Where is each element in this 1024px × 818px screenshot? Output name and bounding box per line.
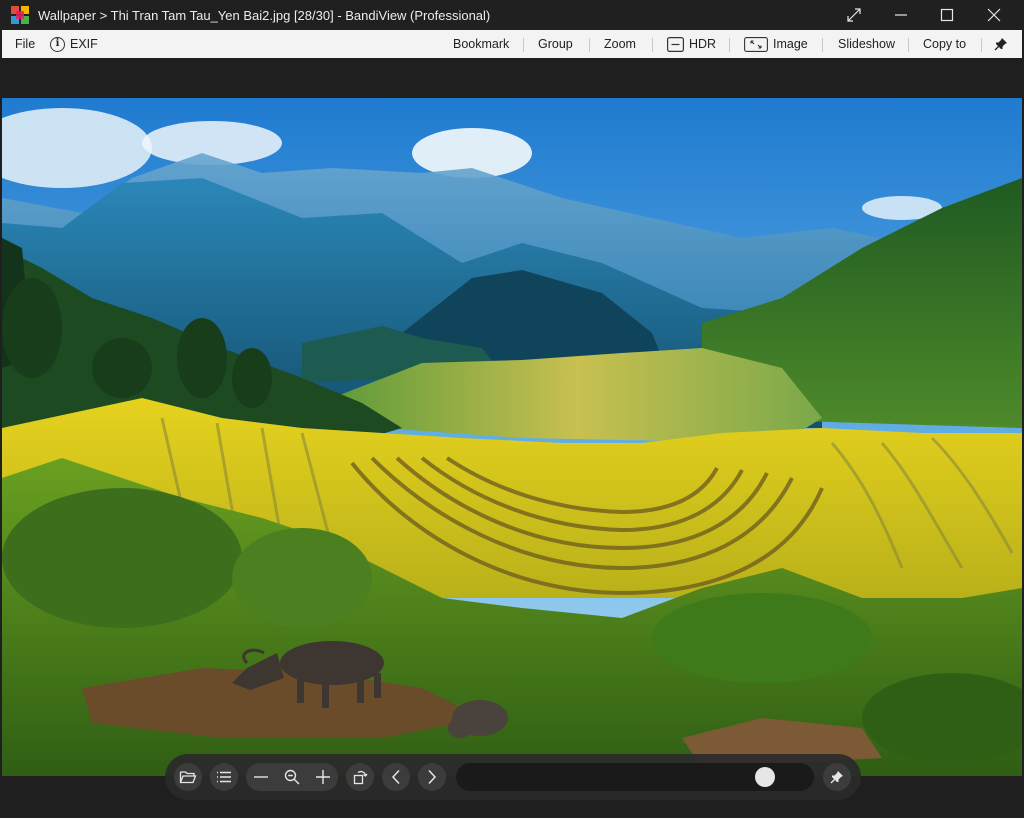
previous-icon (391, 769, 400, 785)
list-button[interactable] (210, 763, 238, 791)
zoom-in-button[interactable] (308, 763, 338, 791)
pin-toolbar-button[interactable] (823, 763, 851, 791)
menu-file[interactable]: File (15, 30, 35, 58)
menu-slideshow-label: Slideshow (838, 36, 895, 51)
title-bar: Wallpaper > Thi Tran Tam Tau_Yen Bai2.jp… (0, 0, 1024, 30)
menu-exif-label: EXIF (70, 36, 98, 51)
minimize-button[interactable] (878, 0, 924, 30)
image-position-slider[interactable] (456, 763, 814, 791)
info-icon: i (50, 36, 65, 52)
menu-bar: File i EXIF Bookmark Group Zoom HDR Imag… (2, 30, 1022, 58)
zoom-in-plus-icon (316, 770, 330, 784)
landscape-photo (2, 98, 1022, 776)
zoom-out-minus-icon (254, 776, 268, 778)
pin-icon (830, 771, 843, 784)
next-button[interactable] (418, 763, 446, 791)
menu-hdr[interactable]: HDR (667, 30, 716, 58)
rotate-icon (353, 770, 368, 785)
close-icon (987, 8, 1001, 22)
menu-image[interactable]: Image (744, 30, 808, 58)
menu-separator (652, 38, 653, 52)
menu-slideshow[interactable]: Slideshow (838, 30, 895, 58)
slider-thumb[interactable] (755, 767, 776, 787)
menu-bookmark[interactable]: Bookmark (453, 30, 509, 58)
list-icon (217, 771, 231, 783)
menu-zoom[interactable]: Zoom (604, 30, 636, 58)
menu-separator (908, 38, 909, 52)
menu-group[interactable]: Group (538, 30, 573, 58)
menu-copy-to-label: Copy to (923, 36, 967, 51)
zoom-fit-icon (284, 769, 300, 785)
menu-bookmark-label: Bookmark (453, 36, 510, 51)
viewer-toolbar (165, 754, 861, 800)
pin-icon (994, 38, 1007, 51)
menu-hdr-label: HDR (689, 36, 717, 51)
next-icon (428, 769, 437, 785)
hdr-icon (667, 36, 684, 52)
maximize-icon (940, 8, 954, 22)
open-folder-icon (179, 771, 197, 784)
window-title: Wallpaper > Thi Tran Tam Tau_Yen Bai2.jp… (38, 8, 491, 23)
menu-file-label: File (15, 36, 36, 51)
maximize-button[interactable] (924, 0, 970, 30)
restore-fullscreen-button[interactable] (831, 0, 877, 30)
close-button[interactable] (971, 0, 1017, 30)
menu-image-label: Image (773, 36, 808, 51)
rotate-button[interactable] (346, 763, 374, 791)
menu-zoom-label: Zoom (604, 36, 636, 51)
zoom-out-button[interactable] (246, 763, 276, 791)
viewer-image[interactable] (2, 98, 1022, 776)
image-stage[interactable] (2, 58, 1022, 818)
app-logo-icon (11, 6, 29, 24)
image-adjust-icon (744, 36, 768, 52)
menu-group-label: Group (538, 36, 573, 51)
restore-fullscreen-icon (847, 8, 861, 22)
minimize-icon (895, 14, 907, 16)
menu-exif[interactable]: i EXIF (50, 30, 98, 58)
menu-copy-to[interactable]: Copy to (923, 30, 966, 58)
zoom-fit-button[interactable] (277, 763, 307, 791)
menu-separator (822, 38, 823, 52)
pin-menu-button[interactable] (994, 30, 1008, 58)
menu-separator (523, 38, 524, 52)
menu-separator (589, 38, 590, 52)
open-folder-button[interactable] (174, 763, 202, 791)
previous-button[interactable] (382, 763, 410, 791)
menu-separator (729, 38, 730, 52)
menu-separator (981, 38, 982, 52)
zoom-group (246, 763, 338, 791)
